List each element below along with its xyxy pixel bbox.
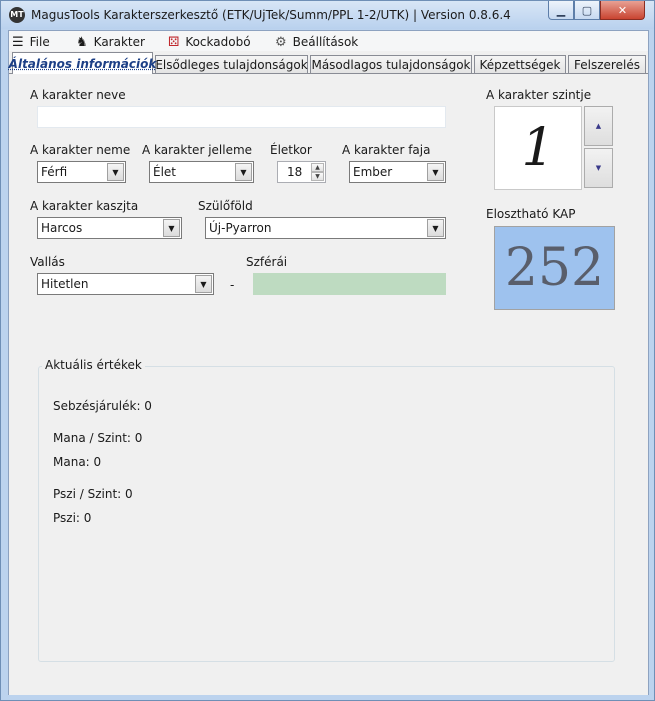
spheres-field xyxy=(253,273,446,295)
alignment-label: A karakter jelleme xyxy=(142,143,253,157)
race-select[interactable]: Ember ▼ xyxy=(349,161,446,183)
tab-felszereles[interactable]: Felszerelés xyxy=(568,55,646,74)
level-label: A karakter szintje xyxy=(486,88,592,102)
name-input[interactable] xyxy=(37,106,446,128)
menu-file-label: File xyxy=(29,35,50,49)
tab-altalanos-label: Általános információk xyxy=(8,56,157,71)
spheres-label: Szférái xyxy=(246,255,288,269)
psi-value: Pszi: 0 xyxy=(53,511,92,525)
mana-per-level-value: Mana / Szint: 0 xyxy=(53,431,143,445)
level-down-button[interactable]: ▼ xyxy=(584,148,613,188)
menu-bar: ☰ File ♞ Karakter ⚄ Kockadobó ⚙ Beállítá… xyxy=(9,31,648,51)
gender-value: Férfi xyxy=(41,165,68,179)
mana-value: Mana: 0 xyxy=(53,455,102,469)
gears-icon: ⚙ xyxy=(275,34,287,50)
psi-per-level-value: Pszi / Szint: 0 xyxy=(53,487,133,501)
menu-kockadobo[interactable]: ⚄ Kockadobó xyxy=(168,34,251,50)
name-label: A karakter neve xyxy=(30,88,126,102)
tab-kepzettsegek-label: Képzettségek xyxy=(479,58,561,72)
separator-dash: - xyxy=(230,278,235,292)
tab-kepzettsegek[interactable]: Képzettségek xyxy=(474,55,566,74)
menu-beallitasok[interactable]: ⚙ Beállítások xyxy=(275,34,358,50)
damage-bonus-value: Sebzésjárulék: 0 xyxy=(53,399,152,413)
stepper-down-icon[interactable]: ▼ xyxy=(311,172,324,181)
title-bar[interactable]: MT MagusTools Karakterszerkesztő (ETK/Uj… xyxy=(1,1,654,29)
age-stepper[interactable]: 18 ▲ ▼ xyxy=(277,161,326,183)
client-area: ☰ File ♞ Karakter ⚄ Kockadobó ⚙ Beállítá… xyxy=(8,30,649,695)
tab-elsodleges[interactable]: Elsődleges tulajdonságok xyxy=(155,55,308,74)
minimize-icon: ▁ xyxy=(556,3,566,17)
arrow-up-icon: ▲ xyxy=(595,122,602,130)
character-icon: ♞ xyxy=(76,34,88,50)
chevron-down-icon[interactable]: ▼ xyxy=(195,275,212,293)
general-info-panel: A karakter neve A karakter neme Férfi ▼ … xyxy=(9,73,648,695)
hamburger-menu-icon: ☰ xyxy=(12,34,24,50)
current-values-title: Aktuális értékek xyxy=(42,358,145,372)
close-button[interactable]: ✕ xyxy=(600,1,645,20)
tab-masodlagos-label: Másodlagos tulajdonságok xyxy=(311,58,471,72)
tab-strip: Általános információk Elsődleges tulajdo… xyxy=(9,52,648,74)
window-title: MagusTools Karakterszerkesztő (ETK/UjTek… xyxy=(31,8,511,22)
menu-karakter[interactable]: ♞ Karakter xyxy=(76,34,145,50)
class-label: A karakter kaszjta xyxy=(30,199,139,213)
homeland-value: Új-Pyarron xyxy=(209,221,272,235)
tab-masodlagos[interactable]: Másodlagos tulajdonságok xyxy=(310,55,472,74)
age-label: Életkor xyxy=(270,143,312,157)
religion-label: Vallás xyxy=(30,255,65,269)
menu-kockadobo-label: Kockadobó xyxy=(185,35,251,49)
religion-value: Hitetlen xyxy=(41,277,89,291)
homeland-label: Szülőföld xyxy=(198,199,253,213)
gender-select[interactable]: Férfi ▼ xyxy=(37,161,126,183)
chevron-down-icon[interactable]: ▼ xyxy=(163,219,180,237)
kap-value: 252 xyxy=(494,226,615,310)
tab-altalanos[interactable]: Általános információk xyxy=(9,52,156,74)
race-value: Ember xyxy=(353,165,393,179)
chevron-down-icon[interactable]: ▼ xyxy=(427,219,444,237)
homeland-select[interactable]: Új-Pyarron ▼ xyxy=(205,217,446,239)
chevron-down-icon[interactable]: ▼ xyxy=(107,163,124,181)
class-select[interactable]: Harcos ▼ xyxy=(37,217,182,239)
level-up-button[interactable]: ▲ xyxy=(584,106,613,146)
gender-label: A karakter neme xyxy=(30,143,131,157)
level-value: 1 xyxy=(494,106,582,190)
religion-select[interactable]: Hitetlen ▼ xyxy=(37,273,214,295)
stepper-up-icon[interactable]: ▲ xyxy=(311,163,324,172)
age-value: 18 xyxy=(287,165,303,179)
close-icon: ✕ xyxy=(617,3,628,17)
app-logo-icon: MT xyxy=(9,7,25,23)
chevron-down-icon[interactable]: ▼ xyxy=(235,163,252,181)
dice-icon: ⚄ xyxy=(168,34,180,50)
arrow-down-icon: ▼ xyxy=(595,164,602,172)
tab-felszereles-label: Felszerelés xyxy=(574,58,640,72)
menu-file[interactable]: ☰ File xyxy=(12,34,50,50)
minimize-button[interactable]: ▁ xyxy=(548,1,574,20)
alignment-value: Élet xyxy=(153,165,177,179)
menu-karakter-label: Karakter xyxy=(93,35,145,49)
tab-elsodleges-label: Elsődleges tulajdonságok xyxy=(155,58,308,72)
race-label: A karakter faja xyxy=(342,143,431,157)
alignment-select[interactable]: Élet ▼ xyxy=(149,161,254,183)
class-value: Harcos xyxy=(41,221,83,235)
menu-beallitasok-label: Beállítások xyxy=(292,35,359,49)
maximize-button[interactable]: ▢ xyxy=(574,1,600,20)
kap-label: Elosztható KAP xyxy=(486,207,576,221)
maximize-icon: ▢ xyxy=(581,3,593,17)
app-window: MT MagusTools Karakterszerkesztő (ETK/Uj… xyxy=(0,0,655,701)
chevron-down-icon[interactable]: ▼ xyxy=(427,163,444,181)
